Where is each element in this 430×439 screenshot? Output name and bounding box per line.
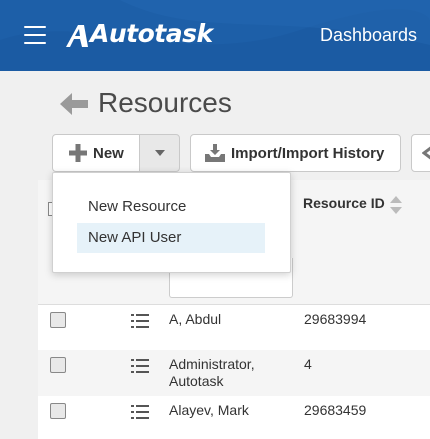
nav-dashboards[interactable]: Dashboards — [320, 25, 417, 46]
menu-item-new-api-user[interactable]: New API User — [77, 223, 265, 253]
row-menu-icon[interactable] — [131, 405, 149, 419]
back-arrow-icon[interactable] — [60, 93, 90, 115]
new-button[interactable]: New — [52, 134, 140, 172]
caret-down-icon — [154, 150, 165, 156]
resource-name: Alayev, Mark — [169, 402, 249, 418]
resource-id: 4 — [304, 356, 312, 372]
row-menu-icon[interactable] — [131, 314, 149, 328]
row-menu-icon[interactable] — [131, 359, 149, 373]
resource-id: 29683459 — [304, 402, 367, 418]
plus-icon — [69, 144, 87, 162]
column-header-resource-id[interactable]: Resource ID — [303, 195, 385, 211]
menu-item-new-resource[interactable]: New Resource — [77, 192, 265, 222]
page-title: Resources — [98, 87, 232, 118]
hamburger-icon[interactable] — [24, 26, 46, 44]
more-tool-icon — [422, 146, 430, 160]
import-icon — [205, 144, 225, 162]
new-button-label: New — [93, 144, 124, 162]
import-button[interactable]: Import/Import History — [190, 134, 401, 172]
resource-id: 29683994 — [304, 311, 367, 327]
app-name: Autotask — [90, 19, 213, 48]
top-bar: Autotask Dashboards — [0, 0, 430, 71]
resource-name: Administrator, Autotask — [169, 356, 255, 389]
table-row[interactable]: Administrator, Autotask 4 — [38, 350, 430, 396]
row-checkbox[interactable] — [50, 403, 66, 419]
table-row[interactable]: A, Abdul 29683994 — [38, 304, 430, 350]
table-row[interactable]: Alayev, Mark 29683459 — [38, 396, 430, 439]
sort-icon[interactable] — [390, 196, 402, 214]
new-dropdown-toggle[interactable] — [139, 134, 180, 172]
more-toolbar-button[interactable] — [411, 134, 430, 172]
row-checkbox[interactable] — [50, 357, 66, 373]
resource-name: A, Abdul — [169, 311, 222, 327]
import-button-label: Import/Import History — [231, 144, 385, 162]
new-dropdown-menu: New Resource New API User — [52, 172, 291, 273]
row-checkbox[interactable] — [50, 312, 66, 328]
